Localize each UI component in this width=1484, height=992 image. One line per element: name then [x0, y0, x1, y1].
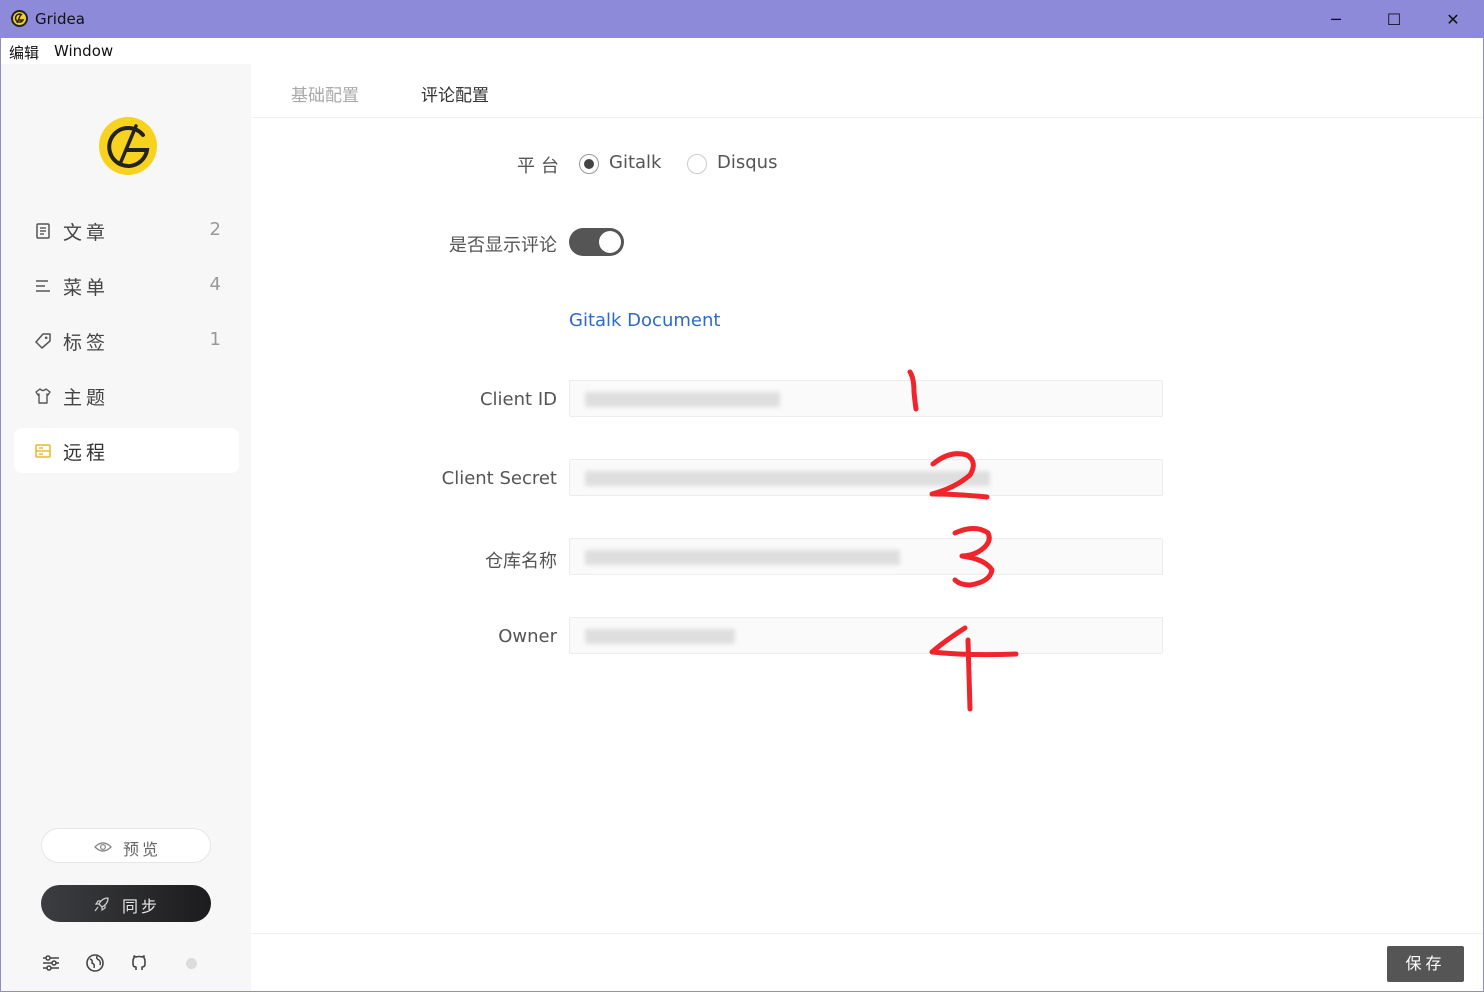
redacted-value: [585, 550, 900, 565]
preview-label: 预览: [123, 840, 162, 859]
show-comment-label: 是否显示评论: [449, 235, 557, 256]
sidebar-item-label: 标签: [63, 332, 110, 354]
close-button[interactable]: ✕: [1424, 0, 1482, 38]
radio-disqus-label[interactable]: Disqus: [717, 152, 777, 173]
radio-gitalk[interactable]: [579, 154, 599, 174]
show-comment-toggle[interactable]: [569, 228, 624, 256]
sidebar-item-label: 菜单: [63, 277, 110, 299]
client-id-input[interactable]: [569, 380, 1163, 417]
gridea-logo: [96, 115, 160, 179]
client-id-label: Client ID: [479, 389, 557, 410]
repo-name-label: 仓库名称: [485, 551, 557, 572]
sync-label: 同步: [122, 897, 161, 916]
tag-icon: [34, 332, 52, 350]
sidebar-item-count: 4: [209, 274, 221, 295]
maximize-button[interactable]: ☐: [1365, 0, 1423, 38]
redacted-value: [585, 629, 735, 644]
github-icon[interactable]: [129, 953, 149, 973]
save-button[interactable]: 保存: [1387, 946, 1464, 982]
minimize-button[interactable]: ─: [1307, 0, 1365, 38]
bottom-action-bar: 保存: [251, 933, 1483, 991]
preview-button[interactable]: 预览: [41, 828, 211, 863]
window-titlebar: Gridea ─ ☐ ✕: [0, 0, 1484, 38]
tab-basic-config[interactable]: 基础配置: [291, 81, 359, 106]
gridea-app-icon: [11, 10, 28, 27]
platform-label: 平台: [517, 156, 565, 177]
redacted-value: [585, 392, 780, 407]
sidebar-item-count: 1: [209, 329, 221, 350]
client-secret-input[interactable]: [569, 459, 1163, 496]
tab-comment-config[interactable]: 评论配置: [421, 81, 489, 106]
sidebar-item-articles[interactable]: 文章 2: [14, 208, 239, 253]
radio-disqus[interactable]: [687, 154, 707, 174]
radio-gitalk-label[interactable]: Gitalk: [609, 152, 661, 173]
sidebar-item-tags[interactable]: 标签 1: [14, 318, 239, 363]
sync-button[interactable]: 同步: [41, 885, 211, 922]
sidebar-item-label: 远程: [63, 442, 110, 464]
sidebar-item-label: 主题: [63, 387, 110, 409]
repo-name-input[interactable]: [569, 538, 1163, 575]
menu-icon: [34, 277, 52, 295]
eye-icon: [94, 839, 112, 858]
gitalk-document-link[interactable]: Gitalk Document: [569, 310, 720, 331]
tab-bar: 基础配置 评论配置: [251, 64, 1483, 118]
redacted-value: [585, 471, 990, 486]
owner-label: Owner: [498, 626, 557, 647]
sidebar-item-label: 文章: [63, 222, 110, 244]
sidebar-item-menus[interactable]: 菜单 4: [14, 263, 239, 308]
theme-shirt-icon: [34, 387, 52, 405]
status-dot: [186, 958, 197, 969]
sidebar-item-count: 2: [209, 219, 221, 240]
menu-window[interactable]: Window: [54, 42, 113, 60]
toggle-knob: [599, 231, 621, 253]
article-icon: [34, 222, 52, 240]
settings-sliders-icon[interactable]: [41, 953, 61, 973]
globe-icon[interactable]: [85, 953, 105, 973]
main-panel: 基础配置 评论配置 平台 Gitalk Disqus 是否显示评论 Gitalk…: [251, 64, 1483, 991]
sidebar-item-remote[interactable]: 远程: [14, 428, 239, 473]
sidebar: 文章 2 菜单 4 标签 1 主题 远程 预览 同步: [1, 64, 251, 991]
window-title: Gridea: [35, 10, 85, 28]
menu-edit[interactable]: 编辑: [9, 42, 39, 63]
rocket-icon: [93, 895, 111, 917]
sidebar-item-theme[interactable]: 主题: [14, 373, 239, 418]
owner-input[interactable]: [569, 617, 1163, 654]
client-secret-label: Client Secret: [441, 468, 557, 489]
remote-icon: [34, 442, 52, 460]
menubar: 编辑 Window: [0, 38, 1484, 64]
